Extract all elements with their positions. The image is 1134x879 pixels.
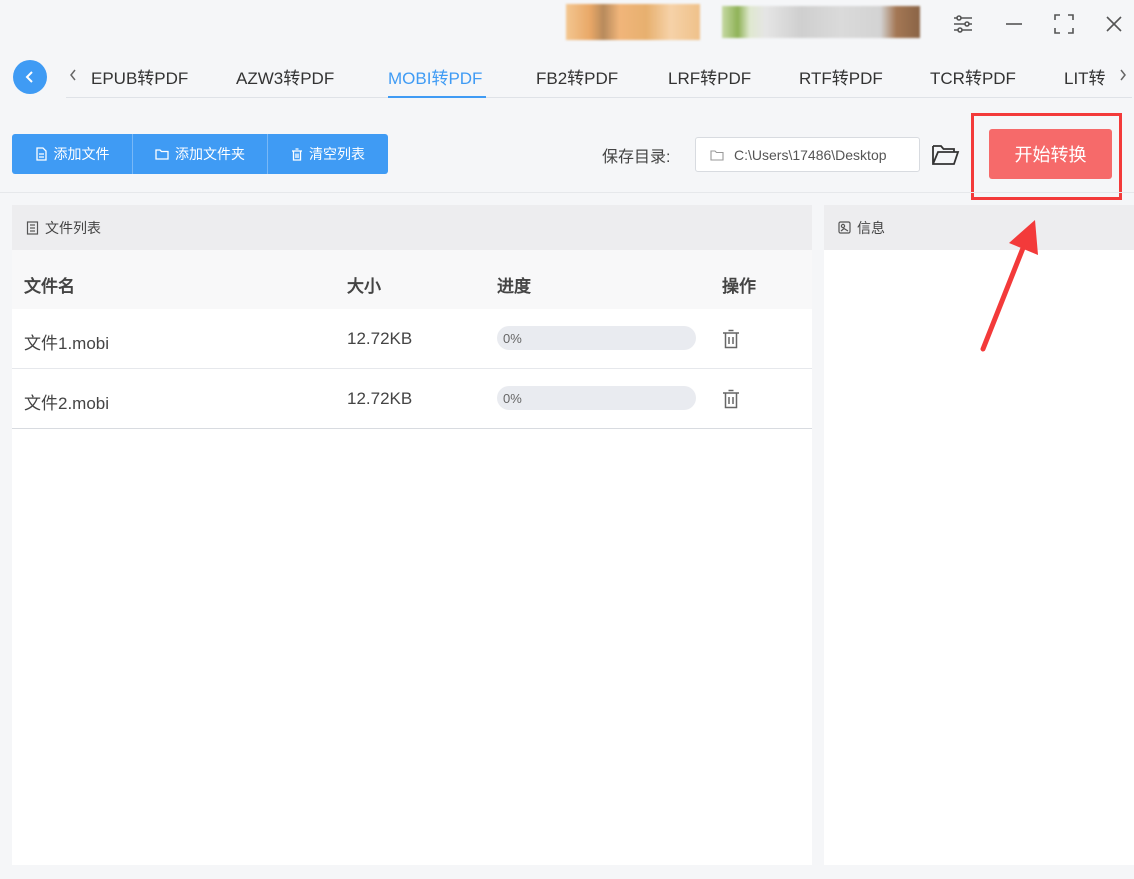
- save-directory-field[interactable]: C:\Users\17486\Desktop: [695, 137, 920, 172]
- file-size: 12.72KB: [347, 329, 413, 348]
- add-folder-label: 添加文件夹: [175, 146, 245, 162]
- tab-epub-to-pdf[interactable]: EPUB转PDF: [91, 64, 188, 89]
- blurred-user-info: [566, 4, 700, 40]
- progress-bar: 0%: [497, 326, 696, 350]
- add-file-button[interactable]: 添加文件: [12, 134, 133, 174]
- file-icon: [35, 147, 47, 161]
- column-size: 大小: [347, 277, 381, 296]
- settings-icon[interactable]: [947, 8, 979, 40]
- file-list-title: 文件列表: [45, 219, 101, 236]
- save-directory-value: C:\Users\17486\Desktop: [734, 146, 887, 163]
- info-title: 信息: [857, 219, 885, 236]
- browse-folder-icon[interactable]: [930, 141, 960, 169]
- column-action: 操作: [722, 277, 756, 296]
- file-action-buttons: 添加文件 添加文件夹 清空列表: [12, 134, 388, 174]
- tab-rtf-to-pdf[interactable]: RTF转PDF: [799, 64, 883, 89]
- column-name: 文件名: [24, 277, 75, 296]
- folder-icon: [155, 149, 169, 160]
- tab-lit[interactable]: LIT转: [1064, 64, 1106, 89]
- tab-scroll-right-icon[interactable]: [1116, 65, 1130, 85]
- file-list-header: 文件列表: [12, 205, 812, 250]
- table-row[interactable]: 文件2.mobi 12.72KB 0%: [12, 369, 812, 429]
- delete-icon[interactable]: [722, 329, 740, 349]
- progress-text: 0%: [503, 331, 522, 346]
- file-size: 12.72KB: [347, 389, 413, 408]
- close-icon[interactable]: [1098, 8, 1130, 40]
- tab-strip: EPUB转PDF AZW3转PDF MOBI转PDF FB2转PDF LRF转P…: [66, 52, 1132, 98]
- toolbar-divider: [0, 192, 1134, 193]
- tab-tcr-to-pdf[interactable]: TCR转PDF: [930, 64, 1016, 89]
- list-icon: [26, 220, 39, 235]
- table-bottom-border: [12, 428, 812, 429]
- maximize-icon[interactable]: [1048, 8, 1080, 40]
- start-convert-button[interactable]: 开始转换: [989, 129, 1112, 179]
- chevron-left-icon: [25, 71, 33, 83]
- save-directory-label: 保存目录:: [602, 149, 671, 166]
- back-button[interactable]: [13, 60, 47, 94]
- trash-icon: [292, 147, 302, 161]
- tab-scroll-left-icon[interactable]: [66, 65, 80, 85]
- tab-lrf-to-pdf[interactable]: LRF转PDF: [668, 64, 751, 89]
- table-row[interactable]: 文件1.mobi 12.72KB 0%: [12, 309, 812, 369]
- progress-text: 0%: [503, 391, 522, 406]
- add-file-label: 添加文件: [53, 146, 110, 162]
- progress-bar: 0%: [497, 386, 696, 410]
- add-folder-button[interactable]: 添加文件夹: [133, 134, 268, 174]
- title-bar: [0, 0, 1134, 48]
- file-name: 文件2.mobi: [24, 394, 110, 413]
- annotation-arrow: [980, 220, 1038, 352]
- clear-list-label: 清空列表: [309, 146, 365, 162]
- tab-fb2-to-pdf[interactable]: FB2转PDF: [536, 64, 618, 89]
- delete-icon[interactable]: [722, 389, 740, 409]
- blurred-user-avatar: [722, 6, 920, 38]
- folder-icon: [710, 149, 724, 161]
- table-header: 文件名 大小 进度 操作: [12, 250, 812, 313]
- file-name: 文件1.mobi: [24, 334, 110, 353]
- tab-list: EPUB转PDF AZW3转PDF MOBI转PDF FB2转PDF LRF转P…: [80, 52, 1114, 98]
- clear-list-button[interactable]: 清空列表: [268, 134, 388, 174]
- tab-azw3-to-pdf[interactable]: AZW3转PDF: [236, 64, 334, 89]
- column-progress: 进度: [497, 277, 531, 296]
- active-tab-indicator: [388, 96, 486, 98]
- file-list-panel: 文件列表 文件名 大小 进度 操作 文件1.mobi 12.72KB 0% 文件…: [12, 205, 812, 865]
- tab-mobi-to-pdf[interactable]: MOBI转PDF: [388, 64, 482, 89]
- minimize-icon[interactable]: [998, 8, 1030, 40]
- info-icon: [838, 221, 851, 234]
